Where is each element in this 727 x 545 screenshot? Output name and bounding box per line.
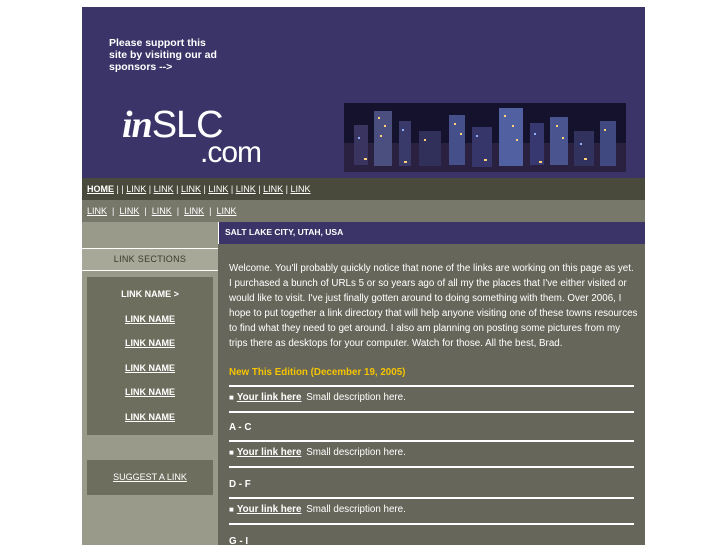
nav-link[interactable]: LINK bbox=[126, 184, 146, 194]
divider bbox=[229, 466, 634, 468]
sidebar-item[interactable]: LINK NAME bbox=[87, 405, 213, 430]
subnav-link[interactable]: LINK bbox=[87, 206, 107, 216]
nav-link[interactable]: LINK bbox=[290, 184, 310, 194]
entry-description: Small description here. bbox=[306, 392, 406, 403]
entry-link[interactable]: Your link here bbox=[237, 504, 302, 515]
subnav-link[interactable]: LINK bbox=[119, 206, 139, 216]
nav-link[interactable]: LINK bbox=[208, 184, 228, 194]
city-skyline-image bbox=[344, 103, 626, 172]
logo-dotcom: .com bbox=[200, 136, 262, 169]
divider bbox=[229, 411, 634, 413]
divider bbox=[229, 385, 634, 387]
sidebar-item[interactable]: LINK NAME bbox=[87, 307, 213, 332]
content-header: SALT LAKE CITY, UTAH, USA bbox=[218, 222, 645, 244]
sidebar-item-active[interactable]: LINK NAME > bbox=[87, 282, 213, 307]
secondary-nav: LINK | LINK | LINK | LINK | LINK bbox=[82, 200, 645, 222]
primary-nav: HOME | | LINK | LINK | LINK | LINK | LIN… bbox=[82, 178, 645, 200]
entry-link[interactable]: Your link here bbox=[237, 392, 302, 403]
sidebar-item[interactable]: LINK NAME bbox=[87, 356, 213, 381]
list-item: ■ Your link here Small description here. bbox=[229, 447, 406, 458]
page-frame: Please support this site by visiting our… bbox=[82, 7, 645, 545]
nav-home-link[interactable]: HOME bbox=[87, 184, 114, 194]
subnav-link[interactable]: LINK bbox=[184, 206, 204, 216]
section-heading: A - C bbox=[229, 422, 252, 433]
section-heading: G - I bbox=[229, 536, 249, 545]
link-sections-heading: LINK SECTIONS bbox=[82, 248, 218, 271]
divider bbox=[229, 523, 634, 525]
entry-link[interactable]: Your link here bbox=[237, 447, 302, 458]
sponsor-message: Please support this site by visiting our… bbox=[109, 37, 217, 73]
subnav-link[interactable]: LINK bbox=[152, 206, 172, 216]
site-header: Please support this site by visiting our… bbox=[82, 7, 645, 178]
link-sections-list: LINK NAME > LINK NAME LINK NAME LINK NAM… bbox=[87, 277, 213, 435]
nav-link[interactable]: LINK bbox=[236, 184, 256, 194]
bullet-icon: ■ bbox=[229, 448, 234, 457]
entry-description: Small description here. bbox=[306, 447, 406, 458]
suggest-link-button[interactable]: SUGGEST A LINK bbox=[87, 460, 213, 495]
edition-heading: New This Edition (December 19, 2005) bbox=[229, 367, 406, 378]
sidebar-item[interactable]: LINK NAME bbox=[87, 380, 213, 405]
main-content: Welcome. You'll probably quickly notice … bbox=[218, 244, 645, 545]
entry-description: Small description here. bbox=[306, 504, 406, 515]
subnav-link[interactable]: LINK bbox=[217, 206, 237, 216]
divider bbox=[229, 497, 634, 499]
nav-link[interactable]: LINK bbox=[263, 184, 283, 194]
divider bbox=[229, 440, 634, 442]
list-item: ■ Your link here Small description here. bbox=[229, 504, 406, 515]
list-item: ■ Your link here Small description here. bbox=[229, 392, 406, 403]
bullet-icon: ■ bbox=[229, 505, 234, 514]
site-logo[interactable]: inSLC .com bbox=[122, 104, 262, 169]
nav-link[interactable]: LINK bbox=[181, 184, 201, 194]
sidebar-item[interactable]: LINK NAME bbox=[87, 331, 213, 356]
welcome-text: Welcome. You'll probably quickly notice … bbox=[229, 263, 638, 350]
sidebar: LINK SECTIONS LINK NAME > LINK NAME LINK… bbox=[82, 222, 218, 545]
bullet-icon: ■ bbox=[229, 393, 234, 402]
section-heading: D - F bbox=[229, 479, 251, 490]
nav-link[interactable]: LINK bbox=[154, 184, 174, 194]
logo-in: in bbox=[122, 104, 153, 146]
